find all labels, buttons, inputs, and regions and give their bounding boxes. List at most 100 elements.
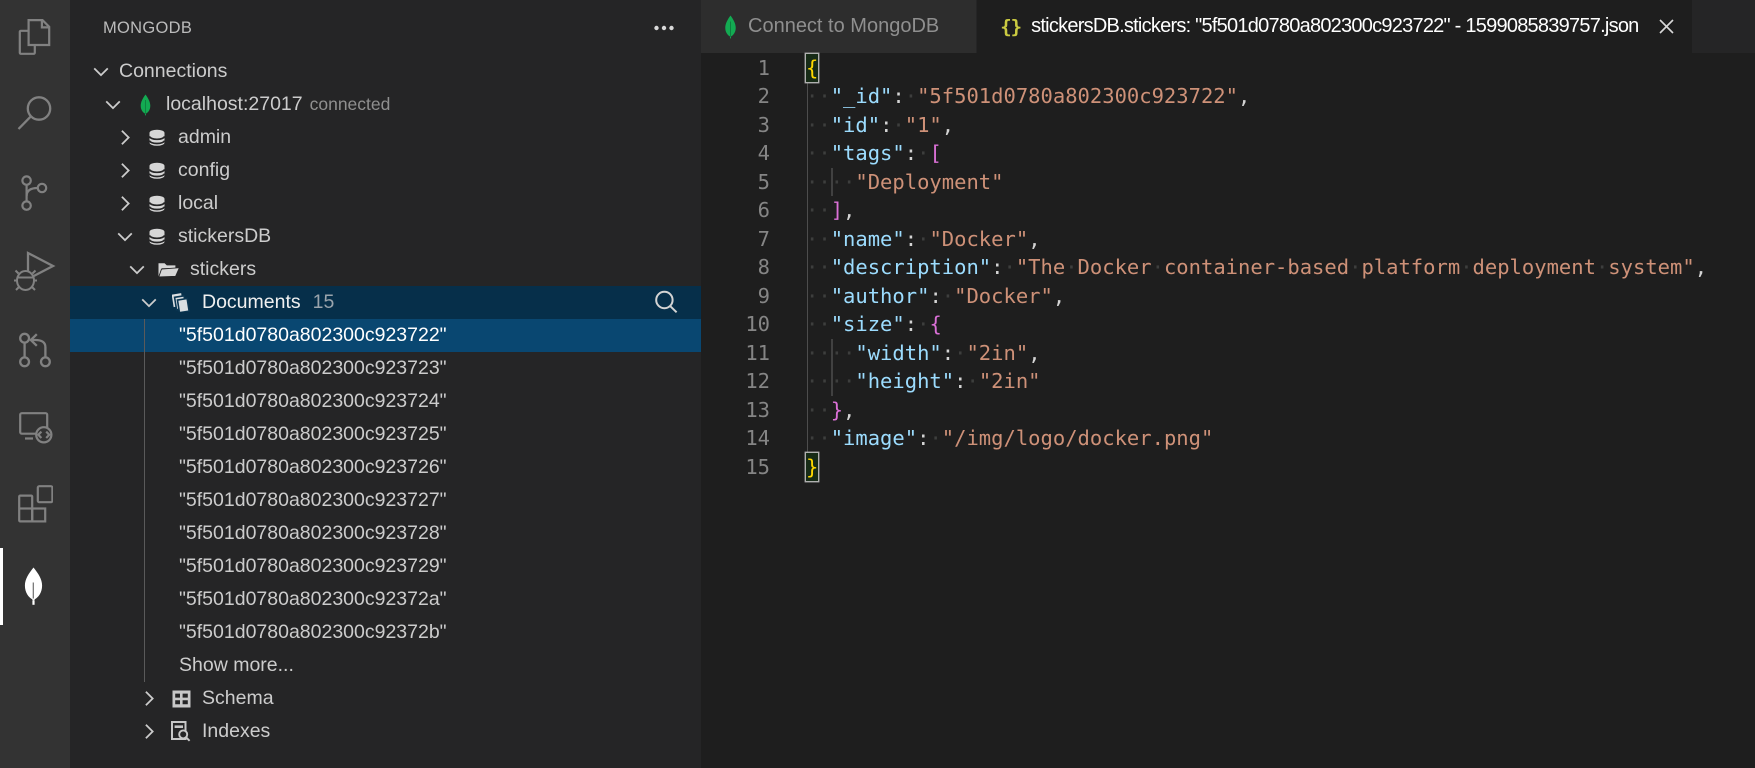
token-pun: :·: [892, 84, 917, 108]
token-str: "The·Docker·container-based·platform·dep…: [1016, 255, 1695, 279]
tree-item-label: "5f501d0780a802300c923725": [179, 423, 447, 446]
twistie-spacer: [153, 591, 169, 608]
tree-item-5f501d0780a802300c92372a[interactable]: "5f501d0780a802300c92372a": [70, 583, 701, 616]
tree-item-stickers[interactable]: stickers: [70, 253, 701, 286]
activity-bar-item-remote-explorer[interactable]: [0, 389, 70, 466]
token-pun: :·: [954, 369, 979, 393]
code-line-content: ··"description":·"The·Docker·container-b…: [806, 253, 1707, 282]
tab-stickers-document-json[interactable]: {}stickersDB.stickers: "5f501d0780a80230…: [977, 0, 1691, 53]
token-str: "1": [905, 113, 942, 137]
code-line-15: 15}: [701, 453, 1755, 482]
whitespace-dots: ·: [966, 369, 978, 393]
tree-item-label: stickersDB: [178, 225, 271, 248]
close-icon[interactable]: [1656, 16, 1678, 38]
tree-item-5f501d0780a802300c923722[interactable]: "5f501d0780a802300c923722": [70, 319, 701, 352]
tree-item-schema[interactable]: Schema: [70, 682, 701, 715]
token-pun: :·: [880, 113, 905, 137]
token-pun: :·: [905, 227, 930, 251]
chevron-down-icon[interactable]: [93, 63, 109, 80]
whitespace-dots: ··: [806, 312, 831, 336]
tree-item-connections[interactable]: Connections: [70, 55, 701, 88]
twistie-spacer: [153, 360, 169, 377]
tree-item-5f501d0780a802300c923725[interactable]: "5f501d0780a802300c923725": [70, 418, 701, 451]
tree-item-label: Documents: [202, 291, 301, 314]
tree-item-localhost-27017[interactable]: localhost:27017connected: [70, 88, 701, 121]
whitespace-dots: ··: [806, 255, 831, 279]
files-icon: [18, 18, 52, 56]
code-line-10: 10··"size":·{: [701, 310, 1755, 339]
documents-count: 15: [313, 291, 335, 314]
token-pun: ,: [1695, 255, 1707, 279]
tree-item-5f501d0780a802300c92372b[interactable]: "5f501d0780a802300c92372b": [70, 616, 701, 649]
token-pun: :·: [905, 312, 930, 336]
activity-bar-item-source-control[interactable]: [0, 156, 70, 233]
tree-item-documents[interactable]: Documents 15: [70, 286, 701, 319]
more-actions-icon[interactable]: [650, 14, 678, 42]
activity-bar-item-github-pull-requests[interactable]: [0, 312, 70, 389]
activity-bar-item-run-and-debug[interactable]: [0, 233, 70, 310]
code-line-content: ··"image":·"/img/logo/docker.png": [806, 424, 1213, 453]
token-b2: {: [929, 312, 941, 336]
token-b2: }: [831, 398, 843, 422]
chevron-down-icon[interactable]: [117, 228, 133, 245]
token-pun: ····: [806, 170, 855, 194]
token-pun: ,: [1238, 84, 1250, 108]
database-icon: [149, 228, 165, 246]
chevron-right-icon[interactable]: [117, 129, 133, 146]
chevron-down-icon[interactable]: [129, 261, 145, 278]
tree-item-label: Schema: [202, 687, 274, 710]
code-editor[interactable]: 1{2··"_id":·"5f501d0780a802300c923722",3…: [701, 53, 1755, 768]
tree-item-5f501d0780a802300c923729[interactable]: "5f501d0780a802300c923729": [70, 550, 701, 583]
token-b2: ]: [831, 198, 843, 222]
twistie-spacer: [153, 393, 169, 410]
tree-item-config[interactable]: config: [70, 154, 701, 187]
chevron-right-icon[interactable]: [117, 195, 133, 212]
tree-item-5f501d0780a802300c923724[interactable]: "5f501d0780a802300c923724": [70, 385, 701, 418]
whitespace-dots: ·: [1003, 255, 1015, 279]
tab-bar: Connect to MongoDB{}stickersDB.stickers:…: [701, 0, 1755, 53]
code-line-12: 12····"height":·"2in": [701, 367, 1755, 396]
pull-request-icon: [17, 331, 53, 369]
chevron-down-icon[interactable]: [141, 294, 157, 311]
activity-bar-item-mongodb[interactable]: [0, 548, 70, 625]
code-line-5: 5····"Deployment": [701, 168, 1755, 197]
tree-item-5f501d0780a802300c923728[interactable]: "5f501d0780a802300c923728": [70, 517, 701, 550]
search-icon[interactable]: [654, 290, 679, 315]
tab-connect-to-mongodb[interactable]: Connect to MongoDB: [701, 0, 977, 53]
code-line-8: 8··"description":·"The·Docker·container-…: [701, 253, 1755, 282]
token-pun: ··: [806, 312, 831, 336]
tree-item-show-more[interactable]: Show more...: [70, 649, 701, 682]
tree-item-indexes[interactable]: Indexes: [70, 715, 701, 748]
token-str: "Docker": [954, 284, 1053, 308]
activity-bar-item-search[interactable]: [0, 76, 70, 153]
chevron-right-icon[interactable]: [117, 162, 133, 179]
token-pun: ··: [806, 227, 831, 251]
tree-item-5f501d0780a802300c923726[interactable]: "5f501d0780a802300c923726": [70, 451, 701, 484]
token-key: "image": [831, 426, 917, 450]
activity-bar-item-explorer[interactable]: [0, 0, 70, 76]
tree-item-admin[interactable]: admin: [70, 121, 701, 154]
chevron-right-icon[interactable]: [141, 723, 157, 740]
chevron-down-icon[interactable]: [105, 96, 121, 113]
line-number: 12: [701, 367, 770, 396]
whitespace-dots: ····: [806, 341, 855, 365]
tree-item-5f501d0780a802300c923723[interactable]: "5f501d0780a802300c923723": [70, 352, 701, 385]
token-pun: ,: [1028, 227, 1040, 251]
tree-item-local[interactable]: local: [70, 187, 701, 220]
whitespace-dots: ··: [806, 198, 831, 222]
token-b1m: {: [806, 54, 818, 82]
token-pun: ,: [1028, 341, 1040, 365]
line-number: 4: [701, 139, 770, 168]
code-line-9: 9··"author":·"Docker",: [701, 282, 1755, 311]
token-key: "height": [855, 369, 954, 393]
code-line-content: ····"width":·"2in",: [806, 339, 1041, 368]
tree-item-stickersdb[interactable]: stickersDB: [70, 220, 701, 253]
whitespace-dots: ·: [917, 227, 929, 251]
activity-bar-item-extensions[interactable]: [0, 466, 70, 543]
documents-icon: [173, 294, 189, 312]
tree-item-5f501d0780a802300c923727[interactable]: "5f501d0780a802300c923727": [70, 484, 701, 517]
chevron-right-icon[interactable]: [141, 690, 157, 707]
mongodb-tree: Connectionslocalhost:27017connectedadmin…: [70, 55, 701, 748]
token-pun: ··: [806, 426, 831, 450]
connection-status: connected: [310, 94, 391, 115]
